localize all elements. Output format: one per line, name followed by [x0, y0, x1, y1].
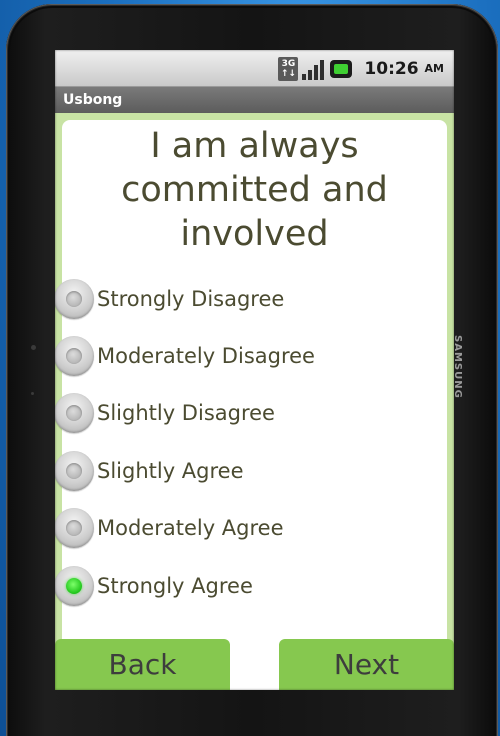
status-clock-ampm: AM [424, 62, 444, 75]
option-slightly-disagree[interactable]: Slightly Disagree [55, 385, 447, 442]
option-label: Moderately Disagree [97, 344, 315, 369]
option-label: Slightly Disagree [97, 401, 275, 426]
option-strongly-disagree[interactable]: Strongly Disagree [55, 270, 447, 327]
option-slightly-agree[interactable]: Slightly Agree [55, 442, 447, 499]
option-strongly-agree[interactable]: Strongly Agree [55, 557, 447, 614]
option-moderately-agree[interactable]: Moderately Agree [55, 500, 447, 557]
3g-network-icon: 3G ↑↓ [278, 56, 299, 81]
next-button[interactable]: Next [279, 639, 454, 690]
radio-dot-icon [66, 290, 82, 307]
radio-dot-icon [66, 520, 82, 537]
answer-options: Strongly Disagree Moderately Disagree Sl… [55, 270, 447, 614]
radio-selected-icon[interactable] [55, 565, 94, 606]
question-panel: I am always committed and involved Stron… [55, 120, 447, 690]
option-label: Slightly Agree [97, 458, 244, 483]
radio-icon[interactable] [55, 278, 94, 319]
app-title: Usbong [63, 92, 123, 108]
radio-icon[interactable] [55, 336, 94, 377]
radio-icon[interactable] [55, 393, 94, 434]
3g-activity-label: ↑↓ [280, 68, 296, 79]
status-bar: 3G ↑↓ 10:26 AM [55, 50, 454, 87]
option-label: Strongly Agree [97, 573, 253, 598]
option-moderately-disagree[interactable]: Moderately Disagree [55, 327, 447, 384]
radio-dot-icon [66, 577, 82, 594]
3g-network-label: 3G [281, 58, 296, 69]
status-icons: 3G ↑↓ 10:26 AM [278, 50, 454, 87]
back-button[interactable]: Back [55, 639, 230, 690]
front-camera-icon [31, 392, 34, 395]
signal-strength-icon [302, 58, 325, 80]
device-screen: 3G ↑↓ 10:26 AM Usbong I am always commit… [55, 50, 454, 690]
option-label: Strongly Disagree [97, 286, 285, 311]
radio-dot-icon [66, 348, 82, 365]
radio-dot-icon [66, 462, 82, 479]
question-text: I am always committed and involved [121, 126, 388, 254]
radio-icon[interactable] [55, 508, 94, 549]
front-sensor-icon [31, 345, 36, 350]
option-label: Moderately Agree [97, 516, 284, 541]
radio-icon[interactable] [55, 450, 94, 491]
app-title-bar: Usbong [55, 87, 454, 113]
battery-icon [330, 59, 353, 78]
status-clock: 10:26 [364, 58, 419, 79]
radio-dot-icon [66, 405, 82, 422]
